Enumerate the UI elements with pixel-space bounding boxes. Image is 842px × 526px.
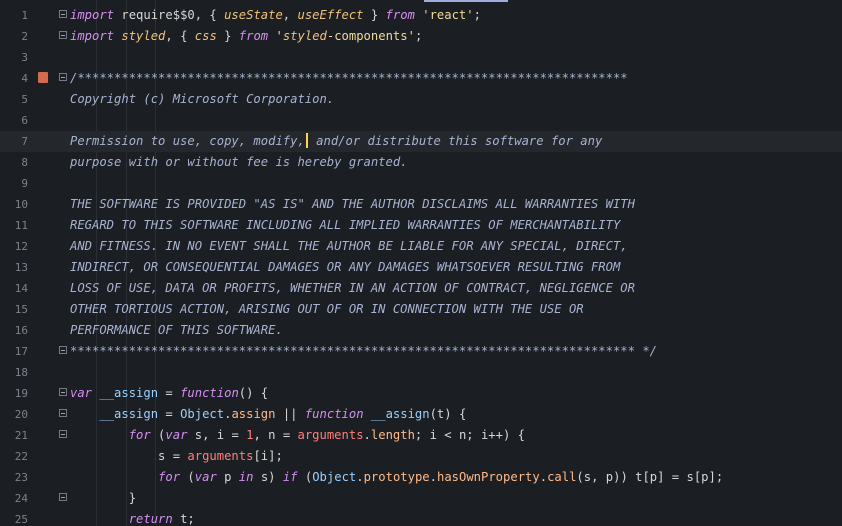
code-line[interactable]: 10 THE SOFTWARE IS PROVIDED "AS IS" AND T… [0, 194, 842, 215]
code-text: REGARD TO THIS SOFTWARE INCLUDING ALL IM… [70, 218, 621, 232]
fold-icon[interactable] [59, 73, 67, 81]
code-line[interactable]: 8 purpose with or without fee is hereby g… [0, 152, 842, 173]
code-text: THE SOFTWARE IS PROVIDED "AS IS" AND THE… [70, 197, 635, 211]
line-number: 13 [14, 261, 28, 274]
code-line[interactable]: 21 for (var s, i = 1, n = arguments.leng… [0, 425, 842, 446]
line-number: 20 [14, 408, 28, 421]
code-line[interactable]: 4 /**************************************… [0, 68, 842, 89]
fold-icon[interactable] [59, 493, 67, 501]
line-number: 9 [21, 177, 28, 190]
code-editor[interactable]: 1 import require$$0, { useState, useEffec… [0, 0, 842, 526]
line-number: 24 [14, 492, 28, 505]
line-number: 6 [21, 114, 28, 127]
line-number: 14 [14, 282, 28, 295]
code-text: AND FITNESS. IN NO EVENT SHALL THE AUTHO… [70, 239, 628, 253]
code-line[interactable]: 16 PERFORMANCE OF THIS SOFTWARE. [0, 320, 842, 341]
line-number: 7 [21, 135, 28, 148]
line-number: 19 [14, 387, 28, 400]
code-text: var __assign = function() { [70, 386, 269, 400]
code-line[interactable]: 3 [0, 47, 842, 68]
code-line[interactable]: 25 return t; [0, 509, 842, 526]
code-line[interactable]: 15 OTHER TORTIOUS ACTION, ARISING OUT OF … [0, 299, 842, 320]
line-number: 11 [14, 219, 28, 232]
code-text: s = arguments[i]; [70, 449, 283, 463]
line-number: 8 [21, 156, 28, 169]
fold-icon[interactable] [59, 346, 67, 354]
line-number: 18 [14, 366, 28, 379]
code-line[interactable]: 13 INDIRECT, OR CONSEQUENTIAL DAMAGES OR … [0, 257, 842, 278]
code-line[interactable]: 22 s = arguments[i]; [0, 446, 842, 467]
line-number: 16 [14, 324, 28, 337]
code-line[interactable]: 6 [0, 110, 842, 131]
code-line[interactable]: 7 Permission to use, copy, modify, and/or… [0, 131, 842, 152]
code-text: /***************************************… [70, 71, 628, 85]
fold-icon[interactable] [59, 409, 67, 417]
code-text: import styled, { css } from 'styled-comp… [70, 29, 423, 43]
code-line[interactable]: 17 **************************************… [0, 341, 842, 362]
code-line[interactable]: 14 LOSS OF USE, DATA OR PROFITS, WHETHER … [0, 278, 842, 299]
line-number: 1 [21, 9, 28, 22]
code-line[interactable]: 19 var __assign = function() { [0, 383, 842, 404]
line-number: 3 [21, 51, 28, 64]
bookmark-icon[interactable] [38, 72, 48, 83]
code-text: OTHER TORTIOUS ACTION, ARISING OUT OF OR… [70, 302, 584, 316]
code-text: for (var p in s) if (Object.prototype.ha… [158, 470, 724, 484]
fold-icon[interactable] [59, 10, 67, 18]
line-number: 4 [21, 72, 28, 85]
line-number: 23 [14, 471, 28, 484]
code-line[interactable]: 11 REGARD TO THIS SOFTWARE INCLUDING ALL … [0, 215, 842, 236]
fold-icon[interactable] [59, 388, 67, 396]
code-text: } [70, 491, 137, 505]
code-line[interactable]: 2 import styled, { css } from 'styled-com… [0, 26, 842, 47]
line-number: 22 [14, 450, 28, 463]
fold-icon[interactable] [59, 31, 67, 39]
code-text: Copyright (c) Microsoft Corporation. [70, 92, 335, 106]
code-text: import require$$0, { useState, useEffect… [70, 8, 481, 22]
code-text: __assign = Object.assign || function __a… [99, 407, 467, 421]
line-number: 5 [21, 93, 28, 106]
code-text: return t; [128, 512, 195, 526]
fold-icon[interactable] [59, 430, 67, 438]
code-text: ****************************************… [70, 344, 657, 358]
code-text: Permission to use, copy, modify, and/or … [70, 133, 603, 148]
line-number: 17 [14, 345, 28, 358]
line-number: 12 [14, 240, 28, 253]
line-number: 21 [14, 429, 28, 442]
code-line[interactable]: 1 import require$$0, { useState, useEffec… [0, 5, 842, 26]
line-number: 2 [21, 30, 28, 43]
code-line[interactable]: 24 } [0, 488, 842, 509]
line-number: 10 [14, 198, 28, 211]
code-line[interactable]: 20 __assign = Object.assign || function … [0, 404, 842, 425]
code-line[interactable]: 5 Copyright (c) Microsoft Corporation. [0, 89, 842, 110]
scroll-indicator [424, 0, 508, 2]
text-cursor [305, 133, 308, 148]
code-line[interactable]: 23 for (var p in s) if (Object.prototype… [0, 467, 842, 488]
line-number: 15 [14, 303, 28, 316]
code-text: for (var s, i = 1, n = arguments.length;… [128, 428, 525, 442]
code-line[interactable]: 12 AND FITNESS. IN NO EVENT SHALL THE AUT… [0, 236, 842, 257]
code-text: INDIRECT, OR CONSEQUENTIAL DAMAGES OR AN… [70, 260, 621, 274]
code-line[interactable]: 18 [0, 362, 842, 383]
code-text: PERFORMANCE OF THIS SOFTWARE. [70, 323, 283, 337]
code-line[interactable]: 9 [0, 173, 842, 194]
line-number: 25 [14, 513, 28, 526]
code-text: LOSS OF USE, DATA OR PROFITS, WHETHER IN… [70, 281, 635, 295]
code-text: purpose with or without fee is hereby gr… [70, 155, 408, 169]
